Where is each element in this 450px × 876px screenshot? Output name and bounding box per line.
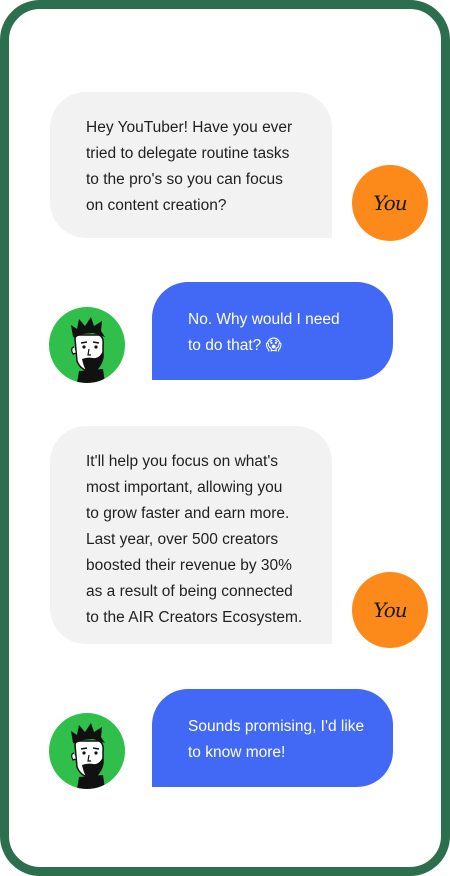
you-avatar-icon: You <box>352 165 428 241</box>
creator-face-icon <box>49 713 125 789</box>
you-avatar-label: You <box>373 598 407 622</box>
message-bubble-outgoing: No. Why would I need to do that? 😱 <box>152 282 393 380</box>
message-bubble-incoming: It'll help you focus on what's most impo… <box>50 426 332 644</box>
you-avatar-icon: You <box>352 572 428 648</box>
creator-face-icon <box>49 307 125 383</box>
message-bubble-outgoing: Sounds promising, I'd like to know more! <box>152 689 393 787</box>
phone-frame: Hey YouTuber! Have you ever tried to del… <box>0 0 450 876</box>
message-bubble-incoming: Hey YouTuber! Have you ever tried to del… <box>50 92 332 238</box>
you-avatar-label: You <box>373 191 407 215</box>
